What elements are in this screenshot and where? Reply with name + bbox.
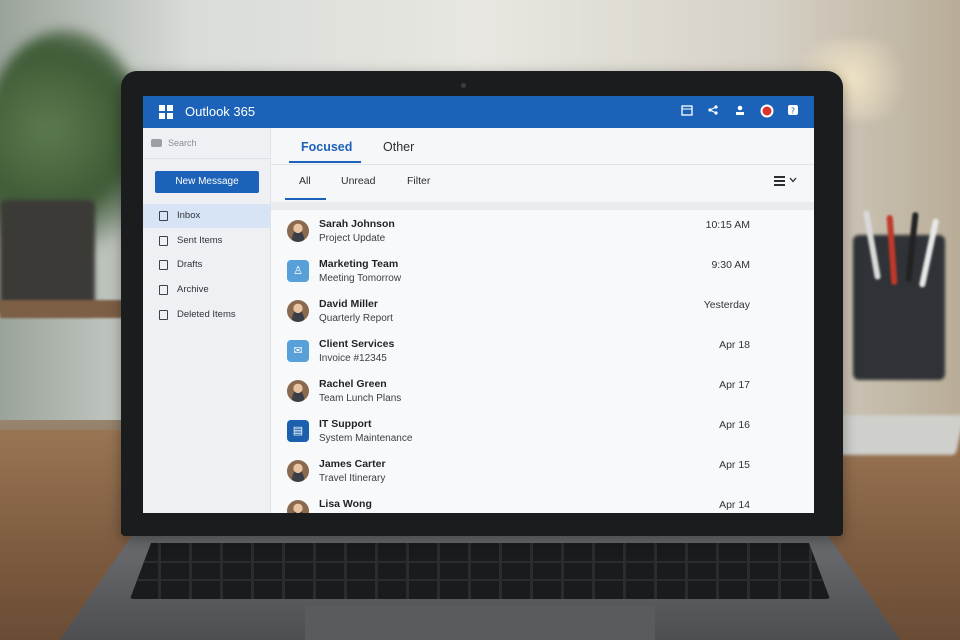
inbox-tabs: Focused Other [271, 128, 814, 165]
message-row[interactable]: David Miller Quarterly Report Yesterday [271, 291, 814, 332]
message-subject: Invoice #12345 [319, 353, 387, 364]
message-sender: Rachel Green [319, 378, 387, 390]
calendar-icon[interactable] [680, 104, 694, 118]
app-title: Outlook 365 [185, 104, 256, 119]
avatar [287, 500, 309, 513]
filter-unread[interactable]: Unread [341, 175, 375, 187]
sent-icon [159, 236, 168, 246]
svg-text:?: ? [791, 107, 795, 116]
sidebar-item-label: Drafts [177, 259, 203, 270]
folder-sidebar: Search New Message Inbox Sent Items Draf… [143, 128, 271, 513]
laptop-touchpad [305, 606, 655, 640]
trash-icon [159, 310, 168, 320]
support-icon: ▤ [292, 425, 304, 437]
message-row[interactable]: Lisa Wong Apr 14 [271, 491, 814, 513]
list-header-divider [271, 202, 814, 210]
message-sender: Lisa Wong [319, 498, 372, 510]
message-sender: James Carter [319, 458, 386, 470]
message-list: Sarah Johnson Project Update 10:15 AM ♙ … [271, 211, 814, 513]
sidebar-item-sent-items[interactable]: Sent Items [143, 229, 270, 253]
notification-icon[interactable] [760, 104, 774, 118]
message-subject: Project Update [319, 233, 386, 244]
sidebar-item-archive[interactable]: Archive [143, 278, 270, 302]
background-pot [0, 200, 95, 315]
mail-icon: ✉ [293, 345, 303, 357]
message-subject: Team Lunch Plans [319, 393, 402, 404]
avatar [287, 220, 309, 242]
avatar: ♙ [287, 260, 309, 282]
search-placeholder: Search [168, 138, 197, 148]
message-sender: Marketing Team [319, 258, 399, 270]
app-launcher-icon[interactable] [159, 105, 173, 119]
filter-bar: All Unread Filter [271, 165, 814, 201]
drafts-icon [159, 260, 168, 270]
message-time: Apr 16 [719, 419, 750, 431]
avatar: ▤ [287, 420, 309, 442]
sort-menu-icon[interactable] [774, 175, 800, 187]
message-time: Apr 14 [719, 499, 750, 511]
message-subject: Meeting Tomorrow [319, 273, 402, 284]
message-sender: Client Services [319, 338, 395, 350]
sidebar-divider [143, 158, 270, 159]
search-box[interactable]: Search [151, 134, 263, 152]
sidebar-item-deleted-items[interactable]: Deleted Items [143, 303, 270, 327]
message-row[interactable]: ✉ Client Services Invoice #12345 Apr 18 [271, 331, 814, 372]
share-icon[interactable] [706, 104, 720, 118]
message-sender: Sarah Johnson [319, 218, 395, 230]
active-filter-indicator [285, 198, 326, 200]
message-time: Apr 17 [719, 379, 750, 391]
outlook-window: Outlook 365 ? Search New Message Inbox S… [143, 96, 814, 513]
message-time: Apr 18 [719, 339, 750, 351]
inbox-icon [159, 211, 168, 221]
tab-other[interactable]: Other [383, 140, 414, 154]
webcam [461, 83, 466, 88]
message-row[interactable]: James Carter Travel Itinerary Apr 15 [271, 451, 814, 492]
sidebar-item-label: Sent Items [177, 235, 223, 246]
avatar [287, 300, 309, 322]
sidebar-item-label: Deleted Items [177, 309, 236, 320]
archive-icon [159, 285, 168, 295]
filter-dropdown[interactable]: Filter [407, 175, 430, 187]
help-icon[interactable]: ? [786, 104, 800, 118]
message-time: Yesterday [703, 299, 750, 311]
group-icon: ♙ [293, 265, 303, 277]
active-tab-indicator [289, 161, 361, 163]
message-row[interactable]: Sarah Johnson Project Update 10:15 AM [271, 211, 814, 252]
message-row[interactable]: ♙ Marketing Team Meeting Tomorrow 9:30 A… [271, 251, 814, 292]
message-row[interactable]: ▤ IT Support System Maintenance Apr 16 [271, 411, 814, 452]
message-time: 9:30 AM [711, 259, 750, 271]
sidebar-item-label: Inbox [177, 210, 201, 221]
tab-focused[interactable]: Focused [301, 140, 352, 154]
sidebar-item-inbox[interactable]: Inbox [143, 204, 270, 228]
avatar: ✉ [287, 340, 309, 362]
app-topbar: Outlook 365 ? [143, 96, 814, 128]
sidebar-item-drafts[interactable]: Drafts [143, 253, 270, 277]
message-time: 10:15 AM [705, 219, 750, 231]
message-subject: Quarterly Report [319, 313, 393, 324]
laptop-keyboard [130, 543, 830, 599]
message-time: Apr 15 [719, 459, 750, 471]
person-icon[interactable] [733, 104, 747, 118]
avatar [287, 460, 309, 482]
search-icon [151, 139, 162, 147]
background-notebook [830, 415, 960, 455]
message-subject: Travel Itinerary [319, 473, 386, 484]
sidebar-item-label: Archive [177, 284, 209, 295]
background-shelf [0, 300, 130, 318]
message-row[interactable]: Rachel Green Team Lunch Plans Apr 17 [271, 371, 814, 412]
filter-all[interactable]: All [299, 175, 311, 187]
avatar [287, 380, 309, 402]
message-subject: System Maintenance [319, 433, 413, 444]
new-message-button[interactable]: New Message [155, 171, 259, 193]
message-sender: David Miller [319, 298, 378, 310]
message-pane: Focused Other All Unread Filter Sarah Jo… [271, 128, 814, 513]
message-sender: IT Support [319, 418, 372, 430]
